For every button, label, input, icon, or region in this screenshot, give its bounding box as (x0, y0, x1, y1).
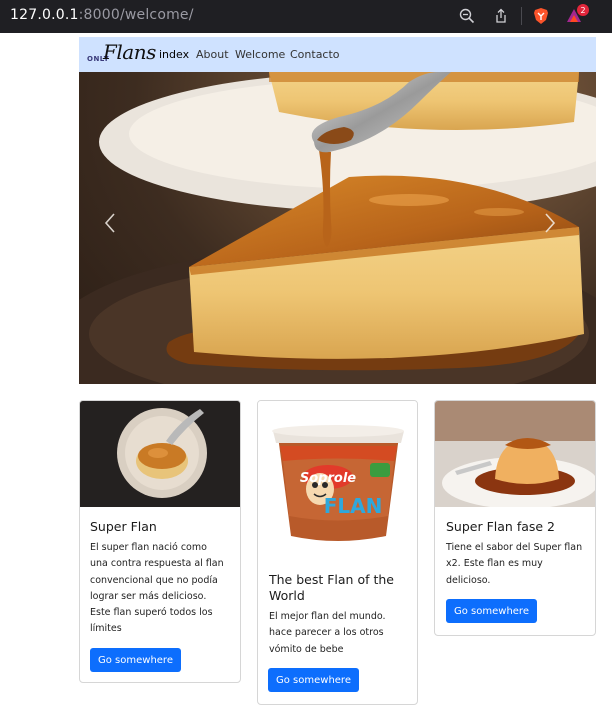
card-text: El super flan nació como una contra resp… (90, 542, 224, 635)
card-image (435, 401, 595, 507)
svg-text:Soprole: Soprole (300, 471, 356, 486)
go-somewhere-button[interactable]: Go somewhere (90, 648, 181, 672)
browser-toolbar: 127.0.0.1:8000/welcome/ 2 (0, 0, 612, 33)
flan-slide-image (79, 72, 596, 384)
toolbar-divider (521, 7, 522, 25)
chevron-left-icon (104, 213, 115, 233)
card-image (80, 401, 240, 507)
nav-link-about[interactable]: About (196, 48, 229, 61)
card-image: Soprole FLAN (258, 401, 417, 561)
brand-logo[interactable]: ONLY Flans (85, 40, 157, 68)
share-icon[interactable] (491, 6, 511, 26)
brand-main-text: Flans (103, 40, 156, 64)
card-title: Super Flan (90, 519, 157, 534)
carousel-next-button[interactable] (543, 212, 573, 242)
navbar: ONLY Flans index About Welcome Contacto (79, 37, 596, 72)
url-host: 127.0.0.1 (10, 7, 79, 23)
chevron-right-icon (545, 213, 556, 233)
nav-link-index[interactable]: index (159, 48, 189, 61)
go-somewhere-button[interactable]: Go somewhere (268, 668, 359, 692)
card-text: El mejor flan del mundo. hace parecer a … (269, 611, 386, 655)
product-card: Super Flan fase 2 Tiene el sabor del Sup… (434, 400, 596, 636)
image-carousel[interactable] (79, 72, 596, 384)
brave-shield-icon[interactable] (531, 6, 551, 26)
url-path: :8000/welcome/ (78, 7, 194, 23)
product-card: Soprole FLAN The best Flan of the World … (257, 400, 418, 705)
card-text: Tiene el sabor del Super flan x2. Este f… (446, 542, 583, 586)
carousel-prev-button[interactable] (103, 212, 133, 242)
card-title: Super Flan fase 2 (446, 519, 556, 534)
nav-link-welcome[interactable]: Welcome (235, 48, 285, 61)
svg-text:FLAN: FLAN (324, 494, 383, 518)
address-bar[interactable]: 127.0.0.1:8000/welcome/ (10, 7, 194, 23)
card-title: The best Flan of the World (269, 572, 394, 603)
notification-badge: 2 (577, 4, 589, 16)
nav-link-contacto[interactable]: Contacto (290, 48, 340, 61)
product-card: Super Flan El super flan nació como una … (79, 400, 241, 683)
zoom-icon[interactable] (457, 6, 477, 26)
go-somewhere-button[interactable]: Go somewhere (446, 599, 537, 623)
